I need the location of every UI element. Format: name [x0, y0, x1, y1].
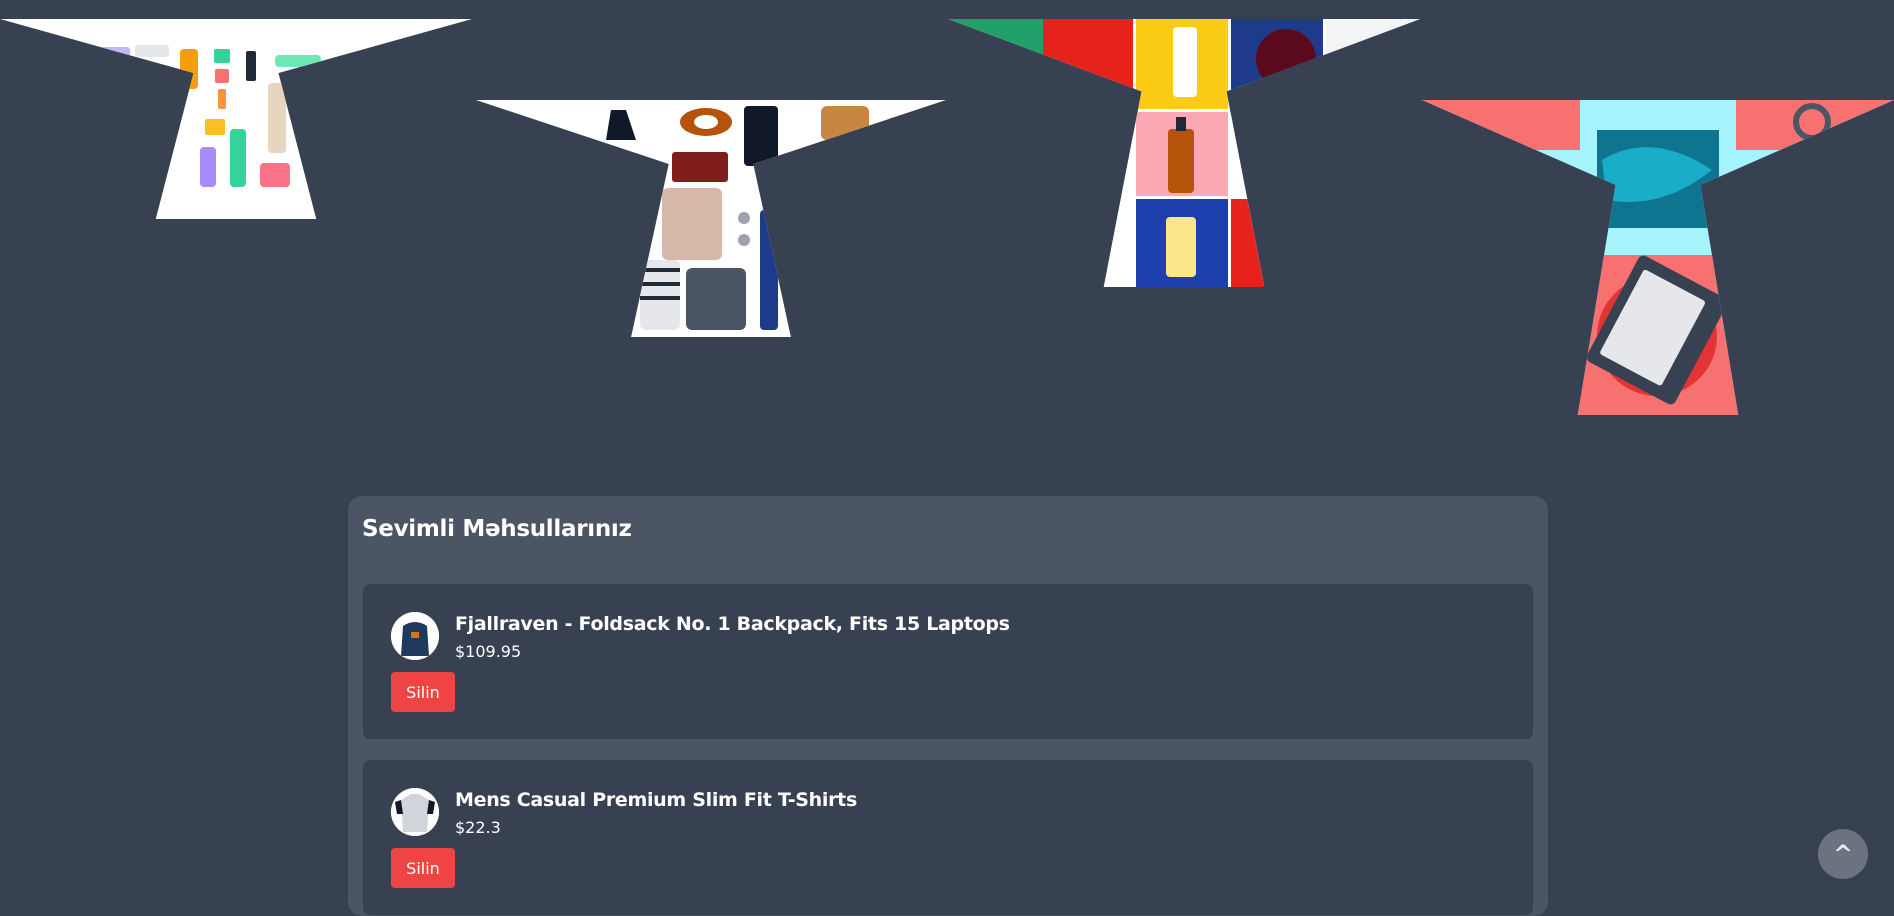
banner-electronics[interactable]: [1422, 100, 1894, 415]
product-price: $22.3: [455, 818, 501, 837]
scroll-to-top-button[interactable]: ^: [1818, 829, 1868, 879]
product-image: [1422, 100, 1894, 415]
product-image: [476, 100, 946, 337]
favorite-item-card: Fjallraven - Foldsack No. 1 Backpack, Fi…: [363, 584, 1533, 739]
banner-skincare[interactable]: [948, 19, 1420, 287]
favorites-section: Sevimli Məhsullarınız Fjallraven - Folds…: [348, 496, 1548, 916]
favorite-item-card: Mens Casual Premium Slim Fit T-Shirts $2…: [363, 760, 1533, 915]
product-thumbnail[interactable]: [391, 788, 439, 836]
remove-button[interactable]: Silin: [391, 848, 455, 888]
product-thumbnail[interactable]: [391, 612, 439, 660]
section-title: Sevimli Məhsullarınız: [362, 516, 632, 542]
product-image: [0, 19, 472, 219]
banner-fashion[interactable]: [476, 100, 946, 337]
remove-button[interactable]: Silin: [391, 672, 455, 712]
banner-cosmetics[interactable]: [0, 19, 472, 219]
product-price: $109.95: [455, 642, 522, 661]
product-image: [948, 19, 1420, 287]
product-title[interactable]: Mens Casual Premium Slim Fit T-Shirts: [455, 789, 857, 811]
product-title[interactable]: Fjallraven - Foldsack No. 1 Backpack, Fi…: [455, 613, 1010, 635]
